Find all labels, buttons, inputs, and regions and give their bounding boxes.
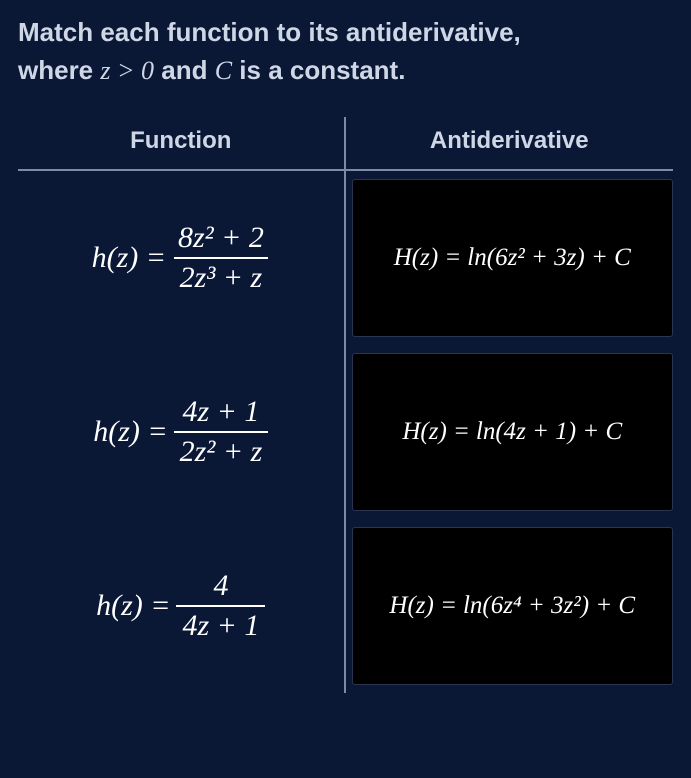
function-expression: h(z) = 8z² + 2 2z³ + z [92, 221, 270, 296]
numerator: 4 [207, 569, 234, 606]
denominator: 2z³ + z [174, 257, 269, 296]
function-cell[interactable]: h(z) = 4z + 1 2z² + z [18, 345, 346, 519]
antiderivative-expression: H(z) = ln(6z² + 3z) + C [394, 244, 631, 272]
antiderivative-cell: H(z) = ln(4z + 1) + C [346, 345, 674, 519]
table-row: h(z) = 8z² + 2 2z³ + z H(z) = ln(6z² + 3… [18, 171, 673, 345]
fraction: 8z² + 2 2z³ + z [172, 221, 270, 296]
fraction: 4 4z + 1 [176, 569, 265, 644]
prompt-line-2-mid: and [154, 55, 215, 85]
antiderivative-cell: H(z) = ln(6z⁴ + 3z²) + C [346, 519, 674, 693]
function-cell[interactable]: h(z) = 4 4z + 1 [18, 519, 346, 693]
anti-body: ln(6z² + 3z) + C [467, 244, 630, 272]
header-function: Function [18, 117, 346, 171]
antiderivative-expression: H(z) = ln(6z⁴ + 3z²) + C [389, 592, 635, 620]
matching-table: Function Antiderivative h(z) = 8z² + 2 2… [18, 117, 673, 693]
prompt-line-2-post: is a constant. [232, 55, 405, 85]
antiderivative-card[interactable]: H(z) = ln(6z⁴ + 3z²) + C [352, 527, 674, 685]
numerator: 8z² + 2 [172, 221, 270, 258]
func-lhs: h(z) = [93, 415, 167, 449]
denominator: 4z + 1 [176, 605, 265, 644]
antiderivative-expression: H(z) = ln(4z + 1) + C [402, 418, 622, 446]
cond-var: z [100, 56, 110, 85]
table-row: h(z) = 4 4z + 1 H(z) = ln(6z⁴ + 3z²) + C [18, 519, 673, 693]
function-cell[interactable]: h(z) = 8z² + 2 2z³ + z [18, 171, 346, 345]
table-header-row: Function Antiderivative [18, 117, 673, 171]
cond-rel: > 0 [111, 56, 155, 85]
denominator: 2z² + z [174, 431, 269, 470]
function-expression: h(z) = 4z + 1 2z² + z [93, 395, 268, 470]
prompt-text: Match each function to its antiderivativ… [18, 14, 673, 89]
anti-lhs: H(z) = [394, 244, 462, 272]
fraction: 4z + 1 2z² + z [174, 395, 269, 470]
antiderivative-cell: H(z) = ln(6z² + 3z) + C [346, 171, 674, 345]
anti-body: ln(6z⁴ + 3z²) + C [463, 592, 635, 620]
func-lhs: h(z) = [92, 241, 166, 275]
function-expression: h(z) = 4 4z + 1 [96, 569, 265, 644]
anti-body: ln(4z + 1) + C [476, 418, 622, 446]
func-lhs: h(z) = [96, 589, 170, 623]
prompt-line-2-pre: where [18, 55, 100, 85]
anti-lhs: H(z) = [402, 418, 470, 446]
numerator: 4z + 1 [176, 395, 265, 432]
antiderivative-card[interactable]: H(z) = ln(4z + 1) + C [352, 353, 674, 511]
prompt-line-1: Match each function to its antiderivativ… [18, 17, 521, 47]
const-var: C [215, 56, 232, 85]
header-antiderivative: Antiderivative [346, 117, 674, 171]
exercise-frame: Match each function to its antiderivativ… [0, 0, 691, 693]
table-row: h(z) = 4z + 1 2z² + z H(z) = ln(4z + 1) … [18, 345, 673, 519]
anti-lhs: H(z) = [389, 592, 457, 620]
antiderivative-card[interactable]: H(z) = ln(6z² + 3z) + C [352, 179, 674, 337]
